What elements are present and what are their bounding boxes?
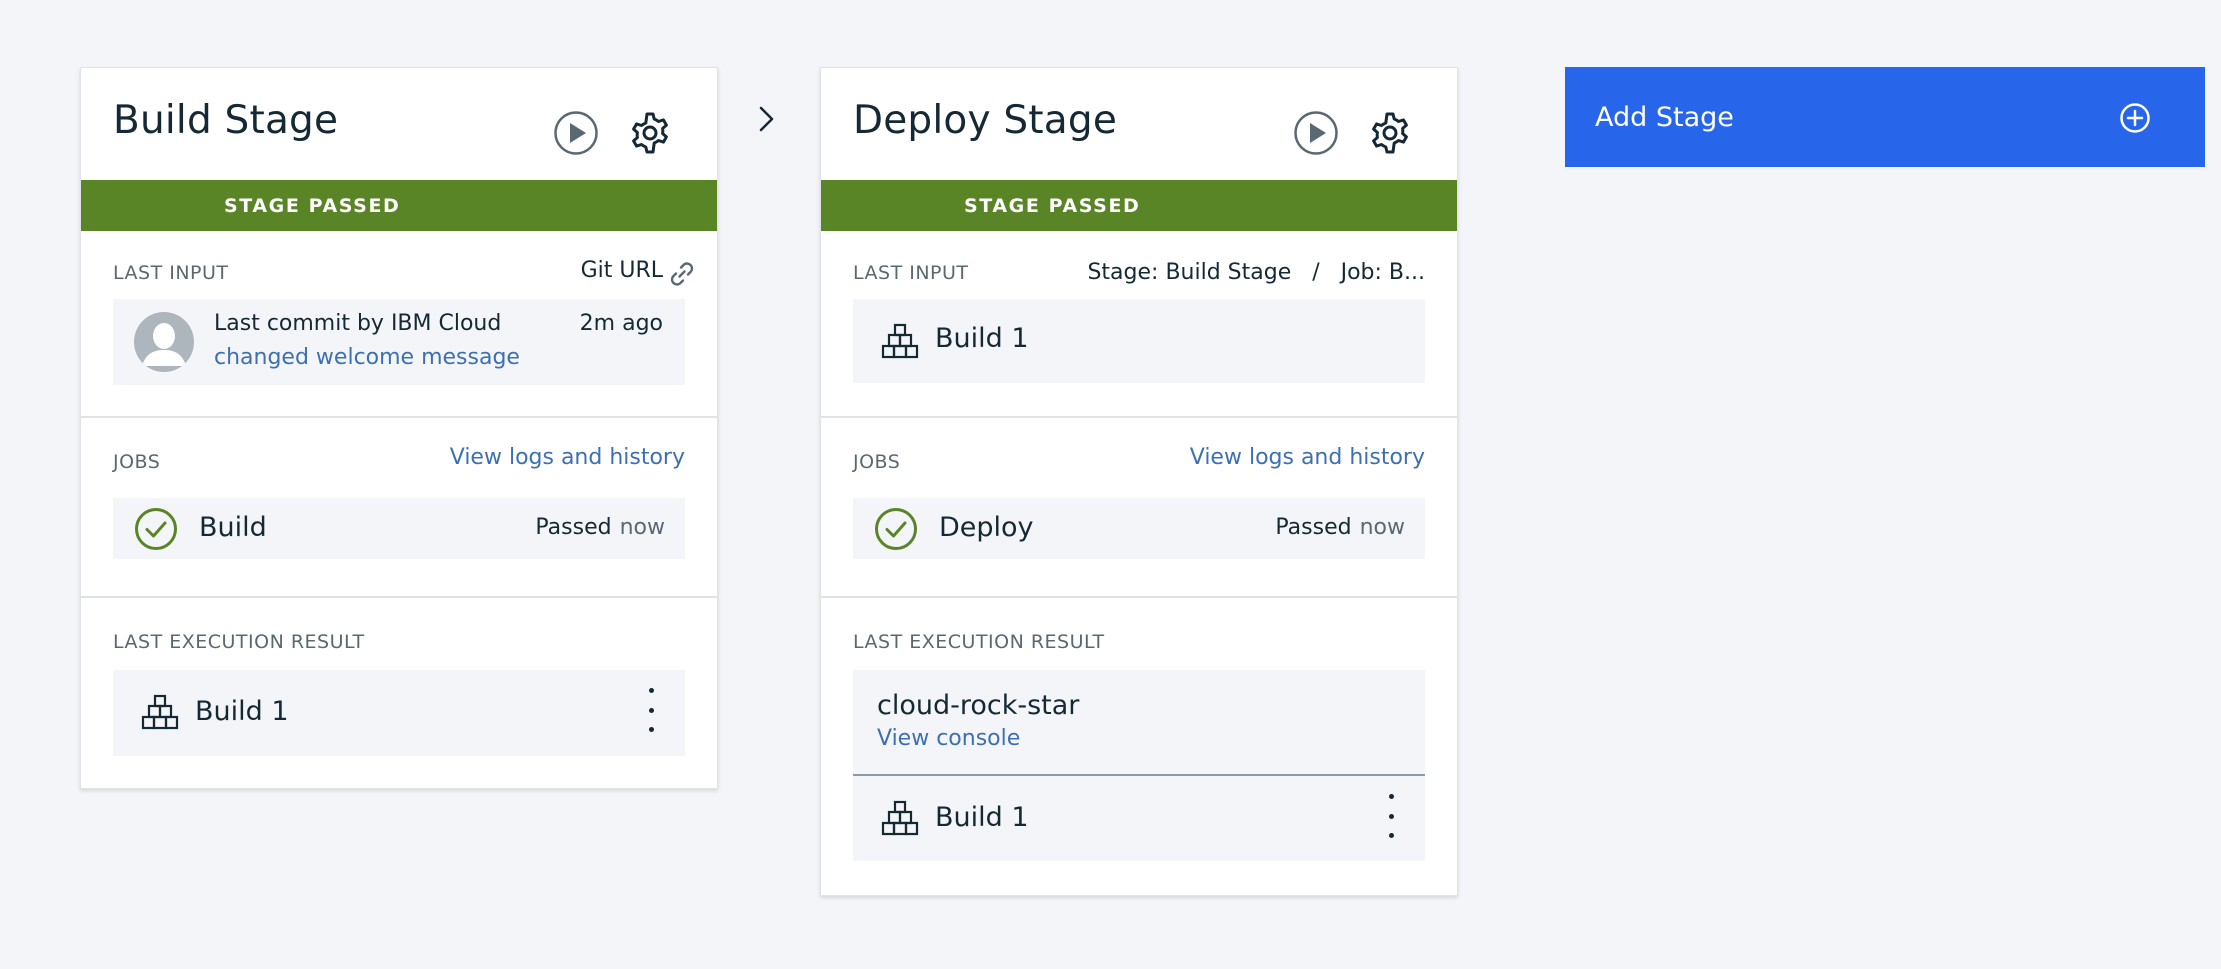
build-blocks-icon [881,323,919,359]
stage-title: Build Stage [113,98,339,143]
last-input-section: LAST INPUT Stage: Build Stage / Job: B..… [821,231,1457,418]
gear-icon [632,112,668,154]
run-stage-button[interactable] [551,108,601,158]
build-name: Build 1 [935,323,1029,354]
last-result-section: LAST EXECUTION RESULT cloud-rock-star Vi… [821,598,1457,895]
last-input-label: LAST INPUT [853,262,969,284]
job-time: now [619,515,665,540]
build-result-tile[interactable]: Build 1 [113,670,685,756]
gear-icon [1372,112,1408,154]
commit-author: Last commit by IBM Cloud [214,311,502,336]
last-result-label: LAST EXECUTION RESULT [853,631,1105,653]
last-input-label: LAST INPUT [113,262,229,284]
commit-message-link[interactable]: changed welcome message [214,345,520,370]
jobs-label: JOBS [113,451,161,473]
check-circle-icon [135,508,177,550]
build-name: Build 1 [935,802,1029,833]
stage-card-deploy: Deploy Stage STAGE PASSED LAST INPUT Sta… [820,67,1458,896]
last-result-section: LAST EXECUTION RESULT Build 1 [81,598,717,788]
stage-status-banner: STAGE PASSED [821,180,1457,231]
build-blocks-icon [141,694,179,730]
avatar-icon [134,312,194,372]
add-circle-icon [2120,103,2150,133]
job-status: Passed now [1275,515,1405,540]
link-icon[interactable] [667,259,697,289]
build-blocks-icon [881,800,919,836]
play-icon [554,111,598,155]
chevron-right-icon [759,106,774,132]
stage-header: Build Stage [81,68,717,180]
jobs-label: JOBS [853,451,901,473]
check-circle-icon [875,508,917,550]
job-time: now [1359,515,1405,540]
view-logs-link[interactable]: View logs and history [1190,445,1425,470]
jobs-section: JOBS View logs and history Build Passed n… [81,418,717,598]
input-build-tile[interactable]: Build 1 [853,299,1425,383]
build-result-tile[interactable]: Build 1 [853,776,1425,861]
job-row[interactable]: Build Passed now [113,498,685,559]
add-stage-button[interactable]: Add Stage [1565,67,2205,167]
stage-title: Deploy Stage [853,98,1118,143]
job-status: Passed now [535,515,665,540]
stage-settings-button[interactable] [1365,108,1415,158]
play-icon [1294,111,1338,155]
commit-tile: Last commit by IBM Cloud changed welcome… [113,299,685,385]
last-input-section: LAST INPUT Git URL Last commit by IBM Cl… [81,231,717,418]
app-name: cloud-rock-star [877,690,1080,721]
input-source-label: Git URL [580,258,663,283]
view-logs-link[interactable]: View logs and history [450,445,685,470]
add-stage-label: Add Stage [1595,101,1734,133]
input-source-label: Stage: Build Stage / Job: B... [1087,260,1425,285]
view-console-link[interactable]: View console [877,726,1020,751]
job-status-text: Passed [535,515,612,540]
overflow-menu-icon[interactable] [1381,794,1401,838]
stage-settings-button[interactable] [625,108,675,158]
job-row[interactable]: Deploy Passed now [853,498,1425,559]
jobs-section: JOBS View logs and history Deploy Passed… [821,418,1457,598]
overflow-menu-icon[interactable] [641,688,661,732]
app-result-tile: cloud-rock-star View console [853,670,1425,776]
last-result-label: LAST EXECUTION RESULT [113,631,365,653]
commit-time: 2m ago [579,311,663,336]
job-status-text: Passed [1275,515,1352,540]
job-name: Deploy [939,512,1034,543]
stage-header: Deploy Stage [821,68,1457,180]
stage-card-build: Build Stage STAGE PASSED LAST INPUT Git … [80,67,718,789]
stage-status-banner: STAGE PASSED [81,180,717,231]
run-stage-button[interactable] [1291,108,1341,158]
job-name: Build [199,512,267,543]
build-name: Build 1 [195,696,289,727]
